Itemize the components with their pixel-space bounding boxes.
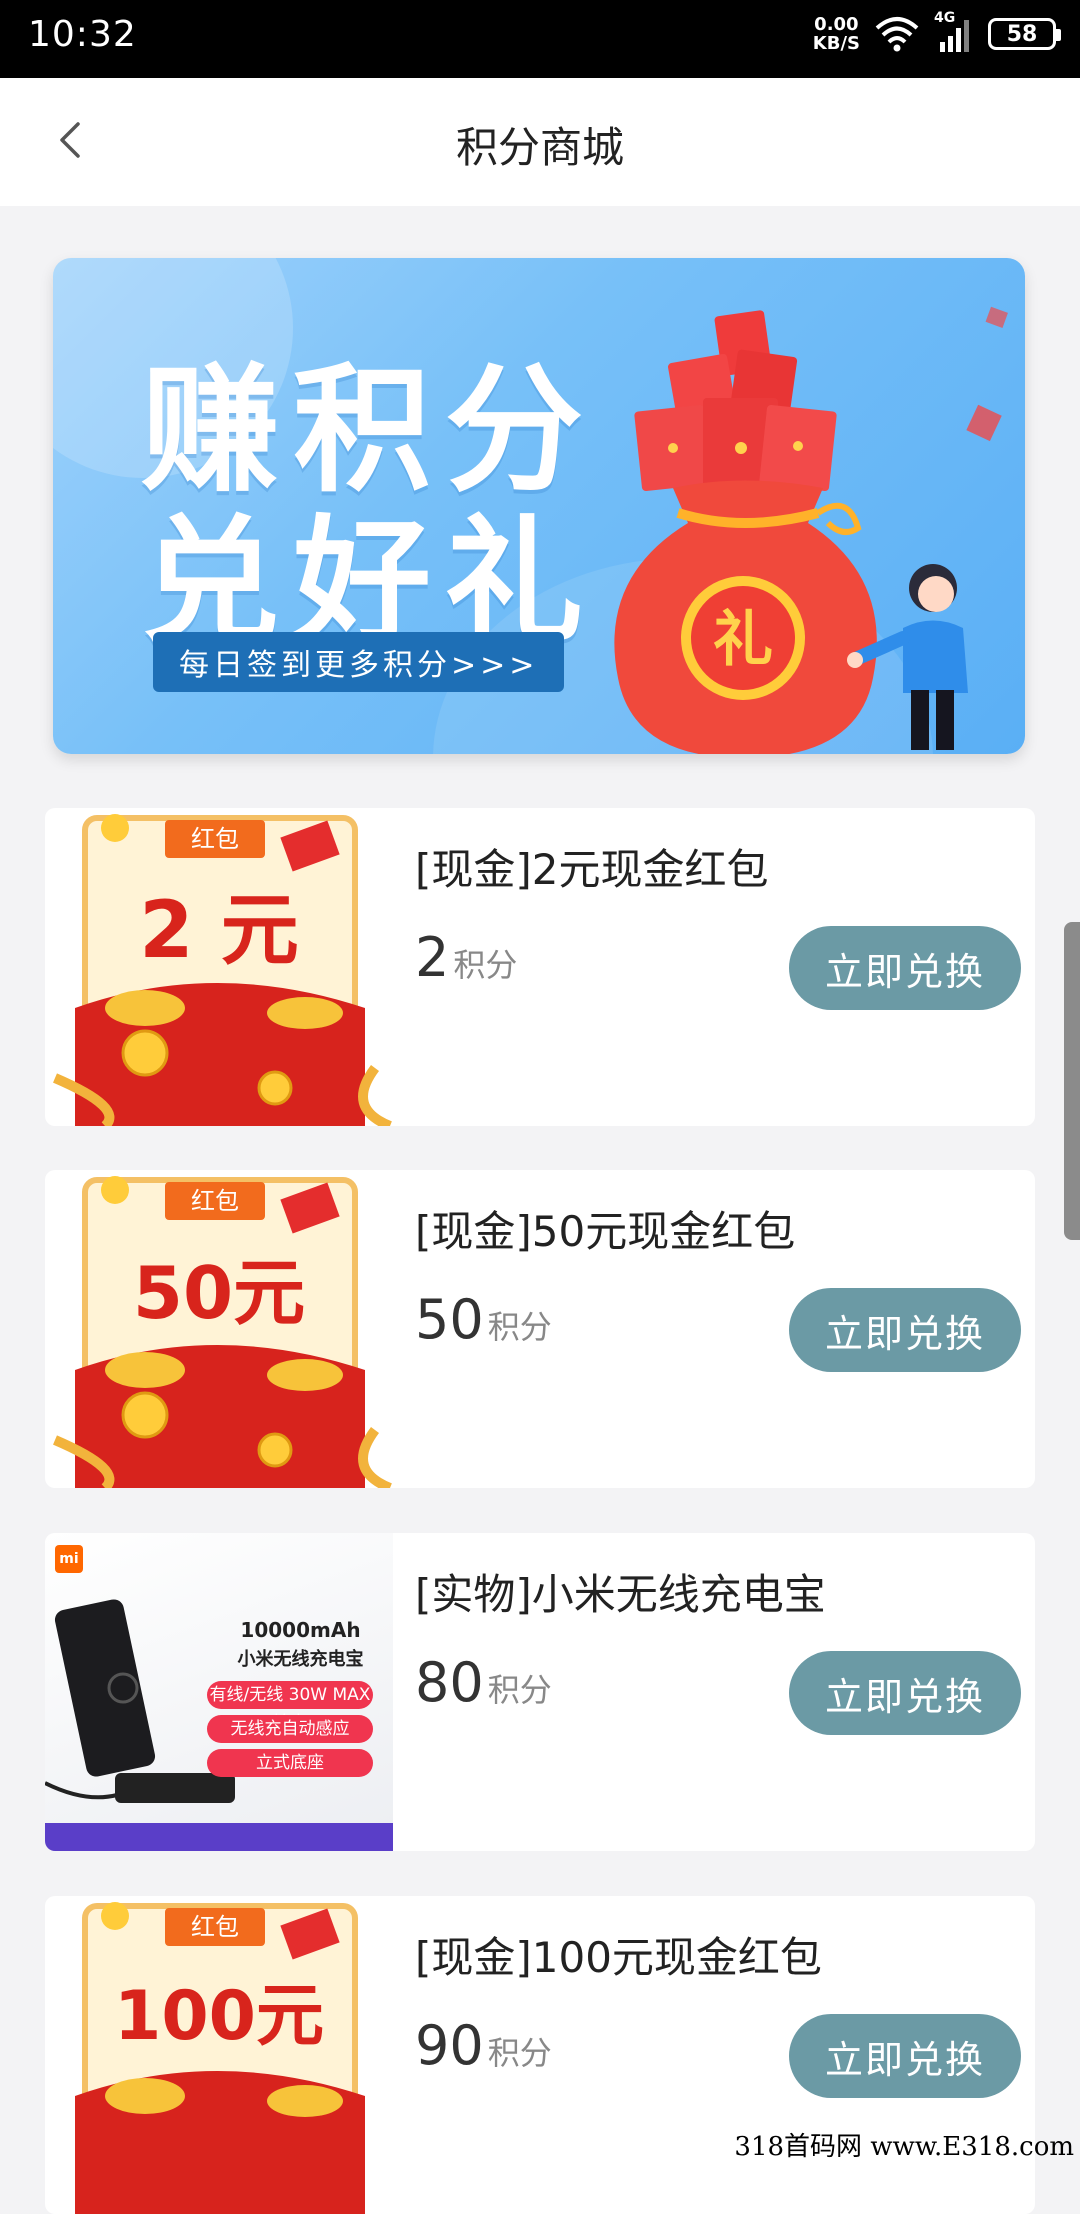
- network-speed: 0.00 KB/S: [812, 14, 860, 54]
- status-time: 10:32: [28, 14, 137, 55]
- product-thumbnail: 红包 50元: [45, 1170, 393, 1488]
- redeem-button[interactable]: 立即兑换: [789, 926, 1021, 1010]
- product-card[interactable]: mi 10000mAh 小米无线充电宝 30W 有线/无线 30W MAX输出 …: [45, 1533, 1035, 1851]
- app-header: 积分商城: [0, 78, 1080, 206]
- feature-pill: 立式底座: [207, 1749, 373, 1777]
- promo-banner[interactable]: 赚积分 兑好礼 每日签到更多积分>>> 礼: [53, 258, 1025, 754]
- thumb-tag: 红包: [165, 820, 265, 858]
- scrollbar-handle[interactable]: [1064, 922, 1080, 1240]
- signal-icon: 4G: [934, 10, 974, 54]
- status-bar: 10:32 0.00 KB/S 4G 58: [0, 0, 1080, 78]
- thumb-tag: 红包: [165, 1182, 265, 1220]
- thumb-amount: 2 元: [139, 886, 299, 976]
- wifi-icon: [875, 17, 919, 52]
- product-thumbnail: mi 10000mAh 小米无线充电宝 30W 有线/无线 30W MAX输出 …: [45, 1533, 393, 1851]
- product-thumbnail: 红包 100元: [45, 1896, 393, 2214]
- redeem-button[interactable]: 立即兑换: [789, 1651, 1021, 1735]
- page-title: 积分商城: [455, 123, 624, 172]
- product-name: [现金]100元现金红包: [415, 1933, 822, 1982]
- thumb-tag: 红包: [165, 1908, 265, 1946]
- thumb-amount: 100元: [114, 1977, 324, 2056]
- status-icons: 0.00 KB/S 4G 58: [812, 10, 1061, 54]
- product-name: [现金]2元现金红包: [415, 845, 769, 894]
- watermark-text: 318首码网 www.E318.com: [734, 2132, 1074, 2162]
- product-card[interactable]: 红包 50元 [现金]50元现金红包 50 积分 立即兑换: [45, 1170, 1035, 1488]
- product-card[interactable]: 红包 100元 [现金]100元现金红包 90 积分 立即兑换: [45, 1896, 1035, 2214]
- banner-subtitle: 每日签到更多积分>>>: [153, 632, 565, 692]
- product-thumbnail: 红包 2 元: [45, 808, 393, 1126]
- product-card[interactable]: 红包 2 元 [现金]2元现金红包 2 积分 立即兑换: [45, 808, 1035, 1126]
- redeem-button[interactable]: 立即兑换: [789, 1288, 1021, 1372]
- product-name: [实物]小米无线充电宝: [415, 1570, 826, 1619]
- battery-icon: 58: [988, 18, 1061, 50]
- product-name: [现金]50元现金红包: [415, 1207, 796, 1256]
- product-points: 90 积分: [415, 2014, 552, 2077]
- feature-pill: 有线/无线 30W MAX输出: [207, 1681, 373, 1733]
- thumb-amount: 50元: [132, 1251, 306, 1335]
- product-points: 50 积分: [415, 1288, 552, 1351]
- product-points: 80 积分: [415, 1651, 552, 1714]
- redeem-button[interactable]: 立即兑换: [789, 2014, 1021, 2098]
- lucky-bag-illustration: 礼: [614, 306, 1008, 754]
- gift-char: 礼: [713, 605, 773, 675]
- product-points: 2 积分: [415, 926, 518, 989]
- feature-pill: 无线充自动感应: [207, 1715, 373, 1743]
